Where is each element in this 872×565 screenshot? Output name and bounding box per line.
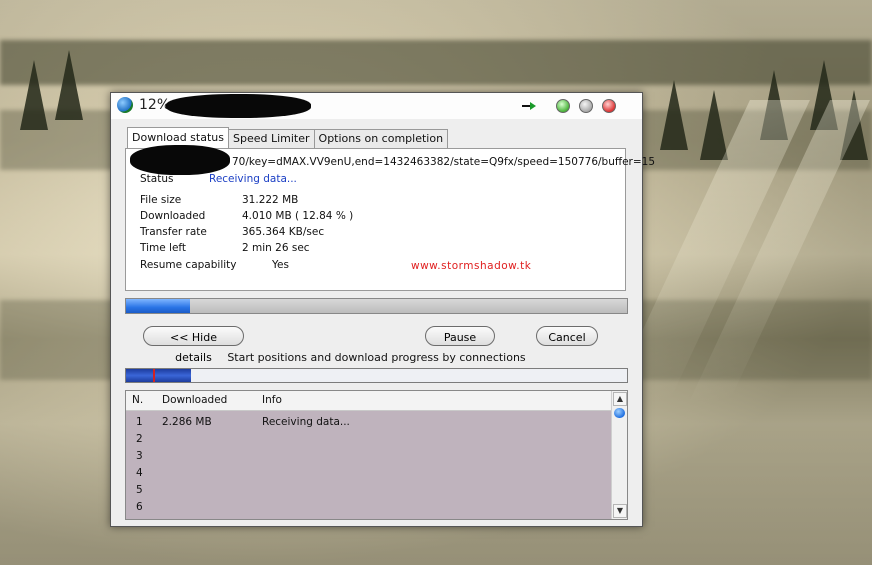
status-label: Status <box>140 173 174 185</box>
file-size-label: File size <box>140 194 182 206</box>
transfer-rate-label: Transfer rate <box>140 226 207 238</box>
list-item[interactable]: 5 <box>126 483 612 500</box>
redacted-url <box>130 145 230 175</box>
resume-capability-label: Resume capability <box>140 259 237 271</box>
list-item[interactable]: 6 <box>126 500 612 517</box>
background-tree <box>660 80 688 150</box>
row-number: 1 <box>136 416 143 428</box>
connections-progress-fill <box>126 369 192 382</box>
list-item[interactable]: 1 2.286 MB Receiving data... <box>126 415 612 432</box>
row-number: 3 <box>136 450 143 462</box>
url-text: 70/key=dMAX.VV9enU,end=1432463382/state=… <box>232 156 656 168</box>
connection-start-marker <box>153 369 155 382</box>
download-status-panel: 70/key=dMAX.VV9enU,end=1432463382/state=… <box>125 145 655 291</box>
tab-options-on-completion[interactable]: Options on completion <box>313 129 449 148</box>
download-progress-fill <box>126 299 191 313</box>
cancel-button[interactable]: Cancel <box>536 326 598 346</box>
transfer-rate-value: 365.364 KB/sec <box>242 226 325 238</box>
row-info: Receiving data... <box>262 416 350 428</box>
arrow-icon[interactable] <box>522 100 536 110</box>
list-item[interactable]: 4 <box>126 466 612 483</box>
downloaded-value: 4.010 MB ( 12.84 % ) <box>242 210 354 222</box>
scroll-thumb[interactable] <box>614 408 625 418</box>
list-item[interactable]: 3 <box>126 449 612 466</box>
connections-caption: Start positions and download progress by… <box>227 351 526 364</box>
time-left-label: Time left <box>140 242 187 254</box>
list-scrollbar[interactable]: ▲ ▼ <box>611 391 627 519</box>
row-number: 2 <box>136 433 143 445</box>
row-number: 6 <box>136 501 143 513</box>
status-value: Receiving data... <box>209 173 297 185</box>
pause-button[interactable]: Pause <box>425 326 495 346</box>
redacted-title <box>166 94 311 118</box>
minimize-icon[interactable] <box>556 99 570 113</box>
hide-details-button[interactable]: << Hide details <box>143 326 244 364</box>
downloaded-label: Downloaded <box>140 210 206 222</box>
background-ridge <box>0 40 872 85</box>
column-header-number[interactable]: N. <box>132 394 143 406</box>
tab-speed-limiter[interactable]: Speed Limiter <box>227 129 315 148</box>
scroll-up-icon[interactable]: ▲ <box>613 392 627 406</box>
download-window: 12% Download status Speed Limiter Option… <box>110 92 655 527</box>
title-bar[interactable]: 12% <box>111 93 642 119</box>
idm-app-icon <box>117 97 133 113</box>
list-item[interactable]: 2 <box>126 432 612 449</box>
connections-list-header: N. Downloaded Info <box>126 391 612 411</box>
column-header-info[interactable]: Info <box>262 394 282 406</box>
row-downloaded: 2.286 MB <box>162 416 212 428</box>
close-icon[interactable] <box>602 99 616 113</box>
download-progress-bar <box>125 298 628 314</box>
maximize-icon[interactable] <box>579 99 593 113</box>
connections-progress-bar <box>125 368 628 383</box>
background-tree <box>700 90 728 160</box>
window-content: Download status Speed Limiter Options on… <box>111 119 655 526</box>
watermark-link: www.stormshadow.tk <box>411 260 532 272</box>
column-header-downloaded[interactable]: Downloaded <box>162 394 227 406</box>
file-size-value: 31.222 MB <box>242 194 299 206</box>
row-number: 4 <box>136 467 143 479</box>
background-tree <box>55 50 83 120</box>
row-number: 5 <box>136 484 143 496</box>
time-left-value: 2 min 26 sec <box>242 242 310 254</box>
background-tree <box>20 60 48 130</box>
connections-list: N. Downloaded Info 1 2.286 MB Receiving … <box>125 390 628 520</box>
scroll-down-icon[interactable]: ▼ <box>613 504 627 518</box>
resume-capability-value: Yes <box>272 259 289 271</box>
